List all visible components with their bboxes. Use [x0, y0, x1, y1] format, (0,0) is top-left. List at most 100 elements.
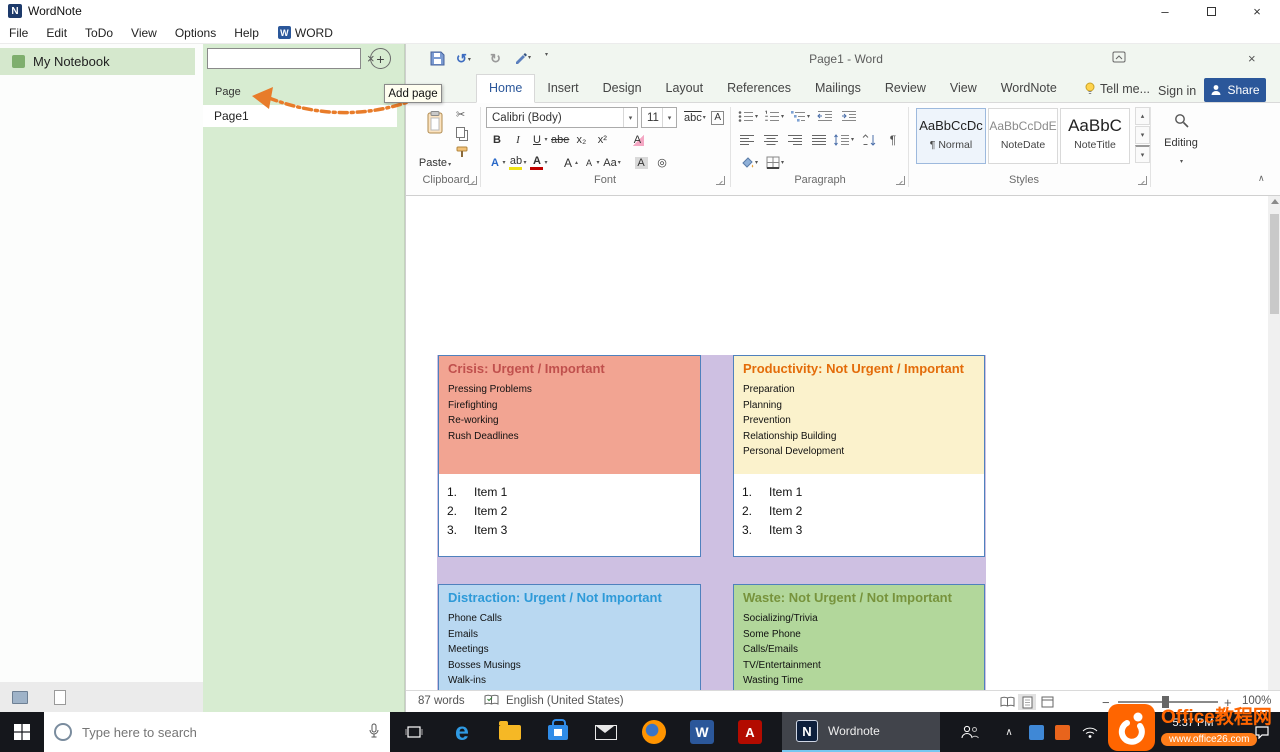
text-effects-button[interactable]: A▾	[488, 153, 506, 172]
borders-button[interactable]: ▾	[766, 153, 784, 172]
decrease-indent-button[interactable]	[816, 107, 834, 126]
word-taskbar-button[interactable]: W	[680, 712, 724, 752]
underline-button[interactable]: U▾	[530, 130, 548, 149]
bullet-list-button[interactable]: ▾	[738, 107, 758, 126]
line-spacing-button[interactable]: ▾	[834, 130, 854, 149]
styles-scroll-up-button[interactable]: ▴	[1135, 107, 1150, 125]
tab-layout[interactable]: Layout	[654, 75, 716, 102]
taskbar-search-input[interactable]	[82, 725, 368, 740]
sync-status-icon[interactable]	[12, 691, 28, 704]
styles-more-button[interactable]: ▾	[1135, 145, 1150, 163]
redo-button[interactable]: ↻	[490, 51, 501, 67]
character-border-button[interactable]: A	[709, 108, 727, 127]
people-button[interactable]	[952, 712, 988, 752]
wordnote-taskbar-button[interactable]: N Wordnote	[782, 712, 940, 752]
bold-button[interactable]: B	[488, 130, 506, 149]
word-count[interactable]: 87 words	[418, 695, 465, 707]
mail-button[interactable]	[584, 712, 628, 752]
strikethrough-button[interactable]: abe	[551, 130, 569, 149]
show-formatting-marks-button[interactable]: ¶	[884, 130, 902, 149]
tab-review[interactable]: Review	[873, 75, 938, 102]
proofing-status-icon[interactable]	[484, 694, 499, 710]
page-search-input[interactable]	[208, 50, 367, 67]
mic-icon[interactable]	[368, 723, 380, 742]
character-shading-button[interactable]: A	[632, 153, 650, 172]
print-layout-button[interactable]	[1018, 694, 1036, 710]
undo-button[interactable]: ↺▾	[456, 51, 471, 67]
justify-button[interactable]	[810, 130, 828, 149]
acrobat-button[interactable]: A	[728, 712, 772, 752]
clipboard-dialog-launcher[interactable]	[468, 176, 477, 185]
share-button[interactable]: Share	[1204, 78, 1266, 102]
editing-button[interactable]: Editing ▾	[1156, 108, 1206, 168]
customize-qat-button[interactable]: ▾	[544, 51, 548, 58]
page-icon[interactable]	[54, 690, 66, 705]
web-layout-button[interactable]	[1038, 694, 1056, 710]
grow-font-button[interactable]: A▾	[561, 153, 579, 172]
numbered-list-button[interactable]: ▾	[764, 107, 784, 126]
align-right-button[interactable]	[786, 130, 804, 149]
menu-options[interactable]: Options	[166, 26, 225, 40]
maximize-button[interactable]	[1188, 0, 1234, 22]
scroll-up-icon[interactable]	[1271, 199, 1279, 204]
font-color-button[interactable]: A▾	[530, 153, 548, 172]
add-page-button[interactable]: +	[370, 48, 391, 69]
scrollbar-thumb[interactable]	[1270, 214, 1279, 314]
tab-design[interactable]: Design	[591, 75, 654, 102]
menu-edit[interactable]: Edit	[37, 26, 76, 40]
tab-mailings[interactable]: Mailings	[803, 75, 873, 102]
style-notetitle[interactable]: AaBbC NoteTitle	[1060, 108, 1130, 164]
enclose-characters-button[interactable]: ◎	[653, 153, 671, 172]
italic-button[interactable]: I	[509, 130, 527, 149]
styles-scroll-down-button[interactable]: ▾	[1135, 126, 1150, 144]
close-document-button[interactable]: ×	[1248, 51, 1256, 66]
font-dialog-launcher[interactable]	[716, 176, 725, 185]
font-name-combo[interactable]: Calibri (Body)▾	[486, 107, 638, 128]
hidden-icons-button[interactable]: ∧	[996, 712, 1022, 752]
notebook-header[interactable]: My Notebook	[0, 48, 195, 75]
collapse-ribbon-button[interactable]: ∧	[1258, 173, 1265, 184]
paragraph-dialog-launcher[interactable]	[896, 176, 905, 185]
subscript-button[interactable]: x₂	[572, 130, 590, 149]
document-page[interactable]: Crisis: Urgent / Important Pressing Prob…	[406, 196, 1280, 690]
page-search-box[interactable]: ×	[207, 48, 361, 69]
change-case-button[interactable]: Aa▾	[603, 153, 621, 172]
vertical-scrollbar[interactable]	[1268, 196, 1280, 690]
ribbon-display-options-button[interactable]	[1112, 51, 1126, 63]
style-notedate[interactable]: AaBbCcDdE NoteDate	[988, 108, 1058, 164]
firefox-button[interactable]	[632, 712, 676, 752]
tab-references[interactable]: References	[715, 75, 803, 102]
tab-insert[interactable]: Insert	[535, 75, 590, 102]
tab-view[interactable]: View	[938, 75, 989, 102]
store-button[interactable]	[536, 712, 580, 752]
cut-button[interactable]: ✂	[456, 108, 465, 121]
tab-home[interactable]: Home	[476, 74, 535, 103]
read-mode-button[interactable]	[998, 694, 1016, 710]
task-view-button[interactable]	[392, 712, 436, 752]
increase-indent-button[interactable]	[840, 107, 858, 126]
sign-in-button[interactable]: Sign in	[1158, 84, 1196, 98]
menu-view[interactable]: View	[122, 26, 166, 40]
style-normal[interactable]: AaBbCcDc ¶ Normal	[916, 108, 986, 164]
close-button[interactable]: ×	[1234, 0, 1280, 22]
shrink-font-button[interactable]: A▾	[582, 153, 600, 172]
tray-icon-2[interactable]	[1050, 712, 1074, 752]
tray-icon-1[interactable]	[1024, 712, 1048, 752]
minimize-button[interactable]: –	[1142, 0, 1188, 22]
phonetic-guide-button[interactable]: abc▾	[684, 108, 706, 127]
menu-word[interactable]: WORD	[295, 26, 342, 40]
save-button[interactable]	[430, 51, 445, 66]
language-status[interactable]: English (United States)	[506, 695, 624, 707]
superscript-button[interactable]: x²	[593, 130, 611, 149]
align-left-button[interactable]	[738, 130, 756, 149]
shading-button[interactable]: ▾	[740, 153, 758, 172]
styles-dialog-launcher[interactable]	[1138, 176, 1147, 185]
format-painter-button[interactable]	[456, 146, 468, 158]
network-button[interactable]	[1078, 712, 1102, 752]
font-size-combo[interactable]: 11▾	[641, 107, 677, 128]
touch-mode-button[interactable]: ▾	[514, 51, 531, 64]
menu-todo[interactable]: ToDo	[76, 26, 122, 40]
multilevel-list-button[interactable]: ▾	[790, 107, 810, 126]
tell-me-button[interactable]: Tell me...	[1084, 82, 1150, 96]
menu-help[interactable]: Help	[225, 26, 268, 40]
